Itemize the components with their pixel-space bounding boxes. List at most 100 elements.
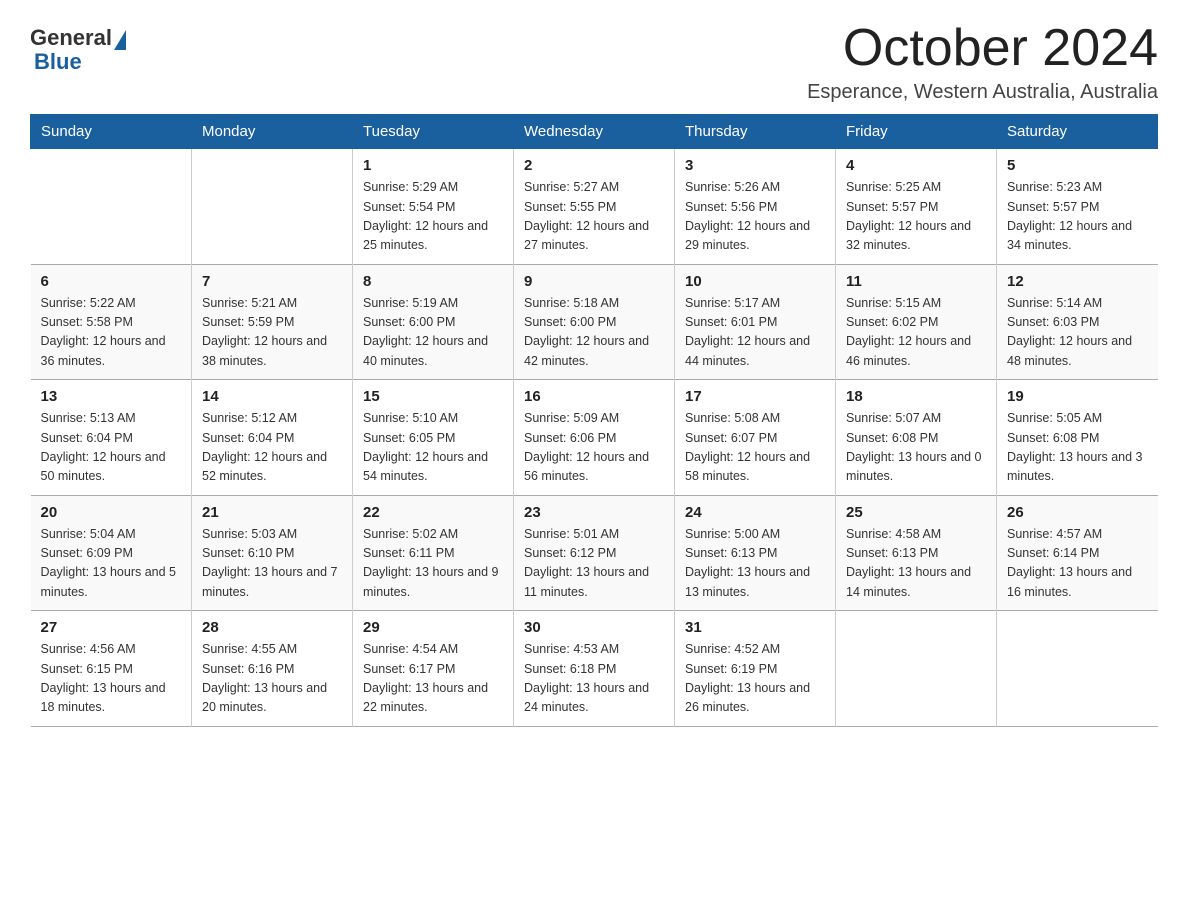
day-info: Sunrise: 5:03 AM Sunset: 6:10 PM Dayligh… (202, 525, 342, 603)
calendar-cell (192, 149, 353, 265)
calendar-cell: 26 Sunrise: 4:57 AM Sunset: 6:14 PM Dayli… (997, 495, 1158, 611)
day-number: 15 (363, 388, 503, 405)
calendar-body: 1 Sunrise: 5:29 AM Sunset: 5:54 PM Daylig… (31, 149, 1158, 727)
calendar-week-5: 27 Sunrise: 4:56 AM Sunset: 6:15 PM Dayli… (31, 611, 1158, 727)
column-header-friday: Friday (836, 115, 997, 149)
day-number: 30 (524, 619, 664, 636)
day-info: Sunrise: 5:07 AM Sunset: 6:08 PM Dayligh… (846, 409, 986, 487)
column-header-thursday: Thursday (675, 115, 836, 149)
calendar-cell: 11 Sunrise: 5:15 AM Sunset: 6:02 PM Dayli… (836, 264, 997, 380)
day-number: 21 (202, 504, 342, 521)
day-info: Sunrise: 5:15 AM Sunset: 6:02 PM Dayligh… (846, 294, 986, 372)
day-number: 22 (363, 504, 503, 521)
day-info: Sunrise: 5:18 AM Sunset: 6:00 PM Dayligh… (524, 294, 664, 372)
day-info: Sunrise: 5:12 AM Sunset: 6:04 PM Dayligh… (202, 409, 342, 487)
logo-general-text: General (30, 25, 112, 51)
day-info: Sunrise: 4:57 AM Sunset: 6:14 PM Dayligh… (1007, 525, 1148, 603)
day-info: Sunrise: 5:02 AM Sunset: 6:11 PM Dayligh… (363, 525, 503, 603)
day-number: 25 (846, 504, 986, 521)
calendar-cell: 6Sunrise: 5:22 AM Sunset: 5:58 PM Daylig… (31, 264, 192, 380)
calendar-cell: 21 Sunrise: 5:03 AM Sunset: 6:10 PM Dayli… (192, 495, 353, 611)
calendar-cell: 25 Sunrise: 4:58 AM Sunset: 6:13 PM Dayli… (836, 495, 997, 611)
calendar-cell: 29 Sunrise: 4:54 AM Sunset: 6:17 PM Dayli… (353, 611, 514, 727)
calendar-cell: 22 Sunrise: 5:02 AM Sunset: 6:11 PM Dayli… (353, 495, 514, 611)
day-number: 8 (363, 273, 503, 290)
calendar-cell: 27 Sunrise: 4:56 AM Sunset: 6:15 PM Dayli… (31, 611, 192, 727)
day-info: Sunrise: 5:05 AM Sunset: 6:08 PM Dayligh… (1007, 409, 1148, 487)
calendar-cell: 13 Sunrise: 5:13 AM Sunset: 6:04 PM Dayli… (31, 380, 192, 496)
column-header-wednesday: Wednesday (514, 115, 675, 149)
calendar-header: SundayMondayTuesdayWednesdayThursdayFrid… (31, 115, 1158, 149)
calendar-cell: 18 Sunrise: 5:07 AM Sunset: 6:08 PM Dayli… (836, 380, 997, 496)
calendar-cell: 28 Sunrise: 4:55 AM Sunset: 6:16 PM Dayli… (192, 611, 353, 727)
day-number: 10 (685, 273, 825, 290)
calendar-cell: 31Sunrise: 4:52 AM Sunset: 6:19 PM Dayli… (675, 611, 836, 727)
day-number: 4 (846, 157, 986, 174)
day-number: 31 (685, 619, 825, 636)
column-header-saturday: Saturday (997, 115, 1158, 149)
calendar-cell (31, 149, 192, 265)
day-info: Sunrise: 5:19 AM Sunset: 6:00 PM Dayligh… (363, 294, 503, 372)
day-info: Sunrise: 5:08 AM Sunset: 6:07 PM Dayligh… (685, 409, 825, 487)
day-number: 20 (41, 504, 182, 521)
calendar-cell: 3Sunrise: 5:26 AM Sunset: 5:56 PM Daylig… (675, 149, 836, 265)
day-number: 19 (1007, 388, 1148, 405)
day-info: Sunrise: 4:54 AM Sunset: 6:17 PM Dayligh… (363, 640, 503, 718)
day-number: 12 (1007, 273, 1148, 290)
calendar-table: SundayMondayTuesdayWednesdayThursdayFrid… (30, 114, 1158, 727)
day-info: Sunrise: 5:29 AM Sunset: 5:54 PM Dayligh… (363, 178, 503, 256)
calendar-week-3: 13 Sunrise: 5:13 AM Sunset: 6:04 PM Dayli… (31, 380, 1158, 496)
calendar-cell: 24 Sunrise: 5:00 AM Sunset: 6:13 PM Dayli… (675, 495, 836, 611)
day-number: 26 (1007, 504, 1148, 521)
calendar-cell: 12 Sunrise: 5:14 AM Sunset: 6:03 PM Dayli… (997, 264, 1158, 380)
day-info: Sunrise: 4:56 AM Sunset: 6:15 PM Dayligh… (41, 640, 182, 718)
calendar-cell: 14Sunrise: 5:12 AM Sunset: 6:04 PM Dayli… (192, 380, 353, 496)
day-info: Sunrise: 5:17 AM Sunset: 6:01 PM Dayligh… (685, 294, 825, 372)
day-info: Sunrise: 5:27 AM Sunset: 5:55 PM Dayligh… (524, 178, 664, 256)
day-number: 17 (685, 388, 825, 405)
logo: General Blue (30, 20, 128, 75)
day-info: Sunrise: 5:10 AM Sunset: 6:05 PM Dayligh… (363, 409, 503, 487)
calendar-cell: 17 Sunrise: 5:08 AM Sunset: 6:07 PM Dayli… (675, 380, 836, 496)
day-number: 13 (41, 388, 182, 405)
day-number: 9 (524, 273, 664, 290)
day-number: 1 (363, 157, 503, 174)
day-number: 11 (846, 273, 986, 290)
page-header: General Blue October 2024 Esperance, Wes… (30, 20, 1158, 104)
column-header-sunday: Sunday (31, 115, 192, 149)
day-info: Sunrise: 5:00 AM Sunset: 6:13 PM Dayligh… (685, 525, 825, 603)
calendar-cell: 30 Sunrise: 4:53 AM Sunset: 6:18 PM Dayli… (514, 611, 675, 727)
calendar-cell: 10 Sunrise: 5:17 AM Sunset: 6:01 PM Dayli… (675, 264, 836, 380)
day-number: 29 (363, 619, 503, 636)
day-number: 24 (685, 504, 825, 521)
calendar-cell: 16Sunrise: 5:09 AM Sunset: 6:06 PM Dayli… (514, 380, 675, 496)
day-number: 27 (41, 619, 182, 636)
calendar-week-2: 6Sunrise: 5:22 AM Sunset: 5:58 PM Daylig… (31, 264, 1158, 380)
logo-triangle-icon (114, 30, 126, 50)
calendar-cell: 2 Sunrise: 5:27 AM Sunset: 5:55 PM Daylig… (514, 149, 675, 265)
calendar-cell: 7Sunrise: 5:21 AM Sunset: 5:59 PM Daylig… (192, 264, 353, 380)
day-info: Sunrise: 5:23 AM Sunset: 5:57 PM Dayligh… (1007, 178, 1148, 256)
location-title: Esperance, Western Australia, Australia (807, 81, 1158, 104)
calendar-cell (836, 611, 997, 727)
day-info: Sunrise: 5:14 AM Sunset: 6:03 PM Dayligh… (1007, 294, 1148, 372)
day-info: Sunrise: 5:13 AM Sunset: 6:04 PM Dayligh… (41, 409, 182, 487)
calendar-week-4: 20 Sunrise: 5:04 AM Sunset: 6:09 PM Dayli… (31, 495, 1158, 611)
column-header-tuesday: Tuesday (353, 115, 514, 149)
day-number: 2 (524, 157, 664, 174)
day-info: Sunrise: 4:58 AM Sunset: 6:13 PM Dayligh… (846, 525, 986, 603)
calendar-cell: 8 Sunrise: 5:19 AM Sunset: 6:00 PM Daylig… (353, 264, 514, 380)
day-info: Sunrise: 4:53 AM Sunset: 6:18 PM Dayligh… (524, 640, 664, 718)
day-number: 28 (202, 619, 342, 636)
logo-blue-text: Blue (34, 49, 82, 74)
calendar-cell (997, 611, 1158, 727)
day-number: 18 (846, 388, 986, 405)
title-area: October 2024 Esperance, Western Australi… (807, 20, 1158, 104)
day-info: Sunrise: 4:55 AM Sunset: 6:16 PM Dayligh… (202, 640, 342, 718)
calendar-cell: 15 Sunrise: 5:10 AM Sunset: 6:05 PM Dayli… (353, 380, 514, 496)
day-number: 16 (524, 388, 664, 405)
day-number: 23 (524, 504, 664, 521)
day-number: 5 (1007, 157, 1148, 174)
day-info: Sunrise: 5:04 AM Sunset: 6:09 PM Dayligh… (41, 525, 182, 603)
month-title: October 2024 (807, 20, 1158, 77)
